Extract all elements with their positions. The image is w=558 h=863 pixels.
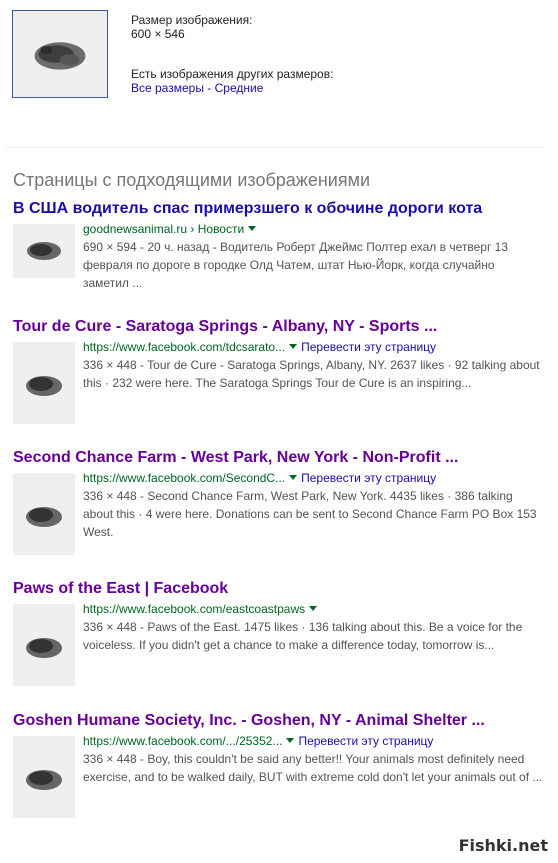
chevron-down-icon[interactable] bbox=[289, 344, 298, 350]
result-title[interactable]: Second Chance Farm - West Park, New York… bbox=[13, 448, 543, 468]
result-url[interactable]: https://www.facebook.com/SecondC... bbox=[83, 471, 285, 485]
result-thumbnail[interactable] bbox=[13, 604, 75, 686]
result-snippet: 336 × 448 - Paws of the East. 1475 likes… bbox=[83, 620, 523, 652]
result-title[interactable]: Paws of the East | Facebook bbox=[13, 579, 543, 599]
medium-size-link[interactable]: Средние bbox=[215, 81, 264, 95]
divider bbox=[6, 147, 542, 148]
cat-photo-thumbnail bbox=[13, 473, 75, 555]
result-snippet: 336 × 448 - Boy, this couldn't be said a… bbox=[83, 752, 543, 784]
cat-photo-thumbnail bbox=[13, 604, 75, 686]
image-info: Размер изображения: 600 × 546 Есть изобр… bbox=[131, 13, 333, 95]
result-url[interactable]: goodnewsanimal.ru › Новости bbox=[83, 222, 244, 236]
result-snippet: 690 × 594 - 20 ч. назад - Водитель Робер… bbox=[83, 240, 508, 290]
result-item: Goshen Humane Society, Inc. - Goshen, NY… bbox=[13, 711, 543, 818]
chevron-down-icon[interactable] bbox=[289, 475, 298, 481]
image-preview[interactable] bbox=[12, 10, 108, 98]
size-link-separator: - bbox=[203, 81, 215, 95]
chevron-down-icon[interactable] bbox=[248, 226, 257, 232]
cat-photo-thumbnail bbox=[13, 736, 75, 818]
result-item: Second Chance Farm - West Park, New York… bbox=[13, 448, 543, 555]
result-thumbnail[interactable] bbox=[13, 736, 75, 818]
result-thumbnail[interactable] bbox=[13, 473, 75, 555]
chevron-down-icon[interactable] bbox=[286, 738, 295, 744]
all-sizes-link[interactable]: Все размеры bbox=[131, 81, 204, 95]
chevron-down-icon[interactable] bbox=[309, 606, 318, 612]
result-thumbnail[interactable] bbox=[13, 224, 75, 278]
other-sizes-label: Есть изображения других размеров: bbox=[131, 67, 334, 81]
translate-link[interactable]: Перевести эту страницу bbox=[298, 734, 433, 748]
result-title[interactable]: Goshen Humane Society, Inc. - Goshen, NY… bbox=[13, 711, 543, 731]
result-url[interactable]: https://www.facebook.com/eastcoastpaws bbox=[83, 602, 305, 616]
result-snippet: 336 × 448 - Tour de Cure - Saratoga Spri… bbox=[83, 358, 540, 390]
translate-link[interactable]: Перевести эту страницу bbox=[301, 471, 436, 485]
result-title[interactable]: В США водитель спас примерзшего к обочин… bbox=[13, 199, 543, 219]
result-title[interactable]: Tour de Cure - Saratoga Springs - Albany… bbox=[13, 317, 543, 337]
cat-photo-thumbnail bbox=[13, 224, 75, 278]
result-item: В США водитель спас примерзшего к обочин… bbox=[13, 199, 543, 292]
image-size-value: 600 × 546 bbox=[131, 27, 185, 41]
cat-photo-thumbnail bbox=[13, 342, 75, 424]
watermark: Fishki.net bbox=[458, 836, 548, 855]
result-thumbnail[interactable] bbox=[13, 342, 75, 424]
result-item: Paws of the East | Facebook https://www.… bbox=[13, 579, 543, 686]
result-item: Tour de Cure - Saratoga Springs - Albany… bbox=[13, 317, 543, 424]
cat-photo-thumbnail bbox=[13, 11, 107, 97]
result-snippet: 336 × 448 - Second Chance Farm, West Par… bbox=[83, 489, 537, 539]
section-title: Страницы с подходящими изображениями bbox=[13, 170, 371, 190]
translate-link[interactable]: Перевести эту страницу bbox=[301, 340, 436, 354]
result-url[interactable]: https://www.facebook.com/.../25352... bbox=[83, 734, 282, 748]
image-size-label: Размер изображения: bbox=[131, 13, 253, 27]
result-url[interactable]: https://www.facebook.com/tdcsarato... bbox=[83, 340, 285, 354]
